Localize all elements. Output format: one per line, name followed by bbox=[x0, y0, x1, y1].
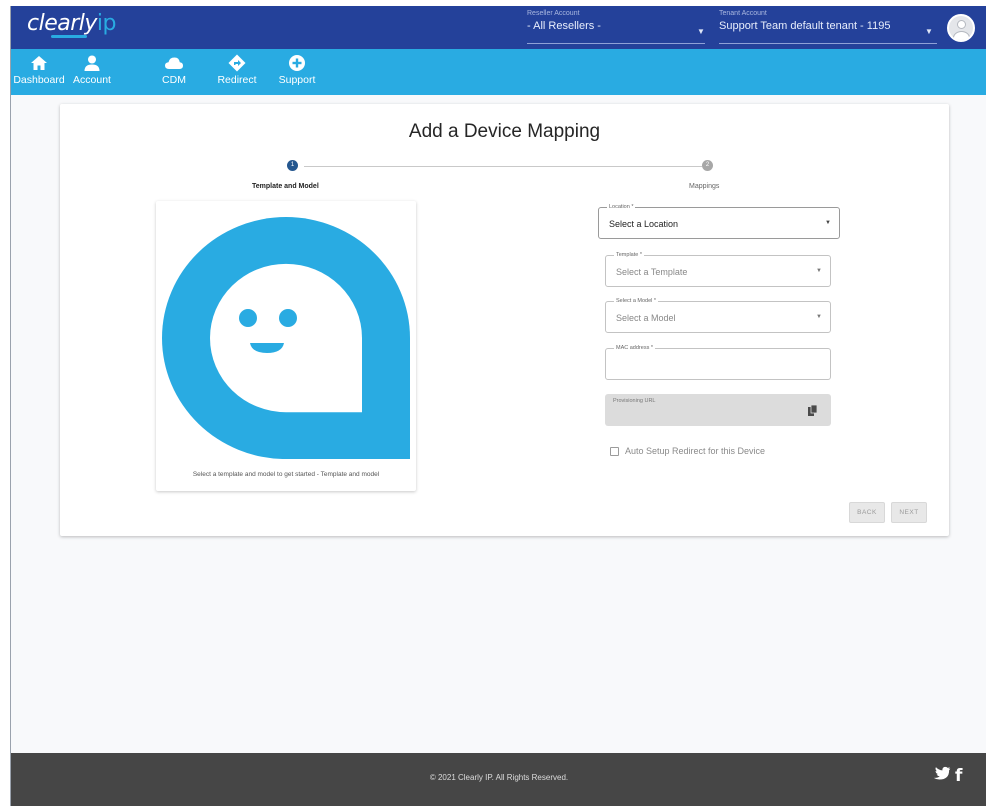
nav-item-label: Dashboard bbox=[13, 74, 65, 86]
auto-redirect-label[interactable]: Auto Setup Redirect for this Device bbox=[625, 446, 765, 456]
nav-item-label: Account bbox=[73, 74, 111, 86]
mac-address-field[interactable]: MAC address * bbox=[605, 345, 831, 380]
step-1-indicator[interactable]: 1 bbox=[287, 160, 298, 171]
reseller-account-value: - All Resellers - bbox=[527, 20, 601, 32]
model-select[interactable]: Select a Model * Select a Model ▼ bbox=[605, 298, 831, 333]
twitter-icon[interactable] bbox=[933, 766, 951, 782]
provisioning-url-field: Provisioning URL bbox=[605, 394, 831, 426]
nav-item-support[interactable]: Support bbox=[274, 49, 320, 95]
chevron-down-icon: ▼ bbox=[825, 220, 831, 226]
tenant-account-label: Tenant Account bbox=[719, 10, 767, 17]
template-preview-panel: Select a template and model to get start… bbox=[156, 201, 416, 491]
next-button[interactable]: NEXT bbox=[891, 502, 927, 523]
plus-circle-icon bbox=[289, 55, 305, 71]
device-mapping-card: Add a Device Mapping 1 2 Template and Mo… bbox=[60, 104, 949, 536]
logo-text: clearly bbox=[27, 11, 97, 36]
step-2-label: Mappings bbox=[689, 183, 720, 190]
logo-swoosh bbox=[51, 35, 87, 38]
nav-item-label: Redirect bbox=[217, 74, 257, 86]
auto-redirect-checkbox[interactable] bbox=[610, 447, 619, 456]
cloud-icon bbox=[165, 57, 183, 69]
location-select[interactable]: Location * Select a Location ▼ bbox=[598, 204, 840, 239]
person-icon bbox=[84, 55, 100, 71]
preview-caption: Select a template and model to get start… bbox=[192, 471, 380, 478]
nav-item-label: Support bbox=[278, 74, 316, 86]
user-avatar[interactable] bbox=[947, 14, 975, 42]
chevron-down-icon: ▼ bbox=[925, 27, 933, 36]
nav-item-account[interactable]: Account bbox=[68, 49, 116, 95]
app-window: clearlyip Reseller Account - All Reselle… bbox=[10, 6, 986, 806]
top-header: clearlyip Reseller Account - All Reselle… bbox=[11, 6, 986, 49]
copyright-text: © 2021 Clearly IP. All Rights Reserved. bbox=[429, 773, 569, 782]
nav-item-label: CDM bbox=[162, 74, 186, 86]
template-label: Template * bbox=[614, 252, 644, 258]
avatar-body bbox=[953, 31, 970, 40]
nav-item-cdm[interactable]: CDM bbox=[157, 49, 191, 95]
diamond-arrow-icon bbox=[228, 54, 246, 72]
nav-item-dashboard[interactable]: Dashboard bbox=[11, 49, 67, 95]
step-1-label: Template and Model bbox=[252, 183, 319, 190]
model-label: Select a Model * bbox=[614, 298, 659, 304]
chevron-down-icon: ▼ bbox=[816, 314, 822, 320]
chevron-down-icon: ▼ bbox=[816, 268, 822, 274]
reseller-underline bbox=[527, 43, 705, 44]
back-button[interactable]: BACK bbox=[849, 502, 885, 523]
location-label: Location * bbox=[607, 204, 636, 210]
avatar-head bbox=[957, 20, 966, 29]
facebook-icon[interactable]: f bbox=[955, 766, 962, 786]
template-value: Select a Template bbox=[616, 267, 688, 277]
clearlyip-logo[interactable]: clearlyip bbox=[27, 11, 116, 36]
reseller-account-select[interactable]: Reseller Account - All Resellers - ▼ bbox=[527, 10, 705, 44]
nav-item-redirect[interactable]: Redirect bbox=[214, 49, 260, 95]
chevron-down-icon: ▼ bbox=[697, 27, 705, 36]
tenant-underline bbox=[719, 43, 937, 44]
location-value: Select a Location bbox=[609, 219, 679, 229]
stepper-connector bbox=[304, 166, 702, 167]
reseller-account-label: Reseller Account bbox=[527, 10, 580, 17]
page-title: Add a Device Mapping bbox=[408, 121, 601, 142]
template-select[interactable]: Template * Select a Template ▼ bbox=[605, 252, 831, 287]
tenant-account-value: Support Team default tenant - 1195 bbox=[719, 20, 891, 32]
home-icon bbox=[31, 56, 47, 70]
model-value: Select a Model bbox=[616, 313, 676, 323]
logo-accent-text: ip bbox=[96, 11, 117, 36]
provisioning-url-label: Provisioning URL bbox=[613, 398, 656, 404]
tenant-account-select[interactable]: Tenant Account Support Team default tena… bbox=[719, 10, 937, 44]
mac-address-label: MAC address * bbox=[614, 345, 655, 351]
main-nav: Dashboard Account CDM Redirect Support bbox=[11, 49, 986, 95]
copy-icon[interactable] bbox=[808, 405, 817, 416]
clearlyip-mascot-image bbox=[162, 217, 410, 459]
step-2-indicator[interactable]: 2 bbox=[702, 160, 713, 171]
page-footer: © 2021 Clearly IP. All Rights Reserved. … bbox=[11, 753, 986, 806]
